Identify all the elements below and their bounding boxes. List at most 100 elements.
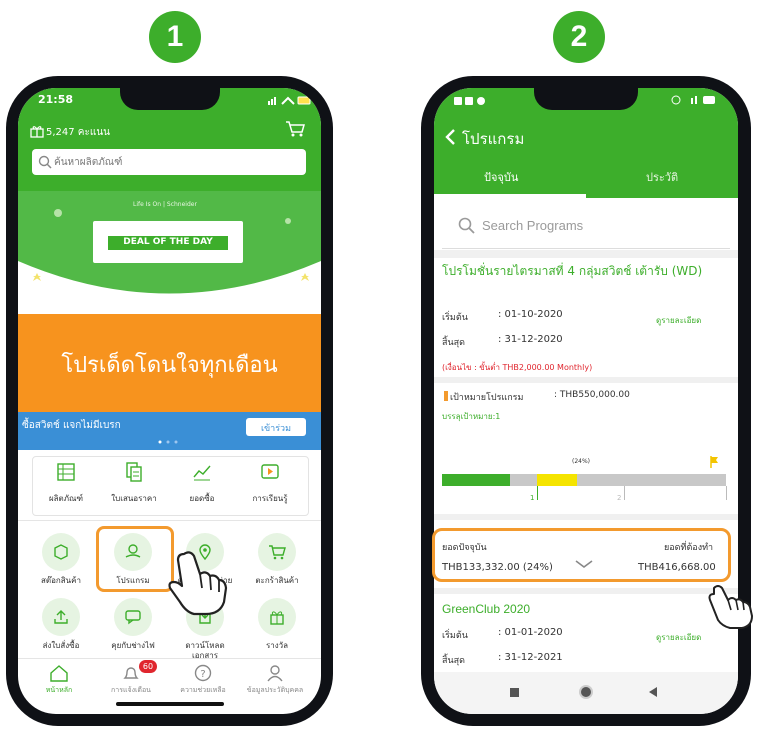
help-icon: ?	[194, 664, 212, 682]
grid-chat[interactable]: คุยกับช่างไฟ	[102, 598, 164, 651]
grid-cart-label: ตะกร้าสินค้า	[255, 576, 299, 585]
status-icons	[268, 95, 312, 105]
program1-target-label: เป้าหมายโปรแกรม	[450, 393, 524, 403]
tier-tick-end	[726, 486, 727, 500]
chat-icon	[125, 610, 141, 625]
grid-stock[interactable]: สต๊อกสินค้า	[30, 533, 92, 586]
tab-profile[interactable]: ข้อมูลประวัติบุคคล	[242, 664, 308, 696]
phone-notch	[534, 88, 638, 110]
tab-help[interactable]: ? ความช่วยเหลือ	[170, 664, 236, 696]
cart-icon[interactable]	[285, 120, 305, 138]
search-icon	[458, 217, 476, 235]
quick-product-label: ผลิตภัณฑ์	[48, 494, 84, 503]
progress-tier-segment	[537, 474, 577, 486]
monthly-promo-banner[interactable]: โปรเด็ดโดนใจทุกเดือน	[18, 314, 321, 412]
upload-order-icon	[54, 610, 68, 624]
back-chevron-icon[interactable]	[444, 128, 456, 146]
grid-rewards[interactable]: รางวัล	[246, 598, 308, 651]
tab-profile-label: ข้อมูลประวัติบุคคล	[246, 686, 304, 694]
program1-detail-link[interactable]: ดูรายละเอียด	[656, 314, 701, 327]
tab-home-label: หน้าหลัก	[45, 686, 73, 694]
bell-icon	[123, 667, 139, 679]
back-nav-icon[interactable]	[648, 686, 658, 698]
notification-badge: 60	[139, 660, 157, 673]
program2-detail-link[interactable]: ดูรายละเอียด	[656, 631, 701, 644]
program2-title[interactable]: GreenClub 2020	[442, 602, 530, 616]
grid-chat-label: คุยกับช่างไฟ	[111, 641, 155, 650]
status-time: 21:58	[38, 93, 74, 106]
search-icon	[38, 155, 52, 169]
home-screen: 21:58 5,247 คะแนน ค้นหาผลิตภัณฑ์ Life Is…	[18, 88, 321, 714]
program2-end-label: สิ้นสุด	[442, 656, 465, 666]
quotation-icon	[126, 462, 142, 482]
quick-sales[interactable]: ยอดซื้อ	[169, 462, 235, 505]
quick-product[interactable]: ผลิตภัณฑ์	[33, 462, 99, 505]
program1-target-value: : THB550,000.00	[554, 390, 630, 400]
grid-send-order[interactable]: ส่งใบสั่งซื้อ	[30, 598, 92, 651]
program1-title[interactable]: โปรโมชั่นรายไตรมาสที่ 4 กลุ่มสวิตช์ เต้า…	[442, 263, 712, 280]
search-placeholder: ค้นหาผลิตภัณฑ์	[54, 157, 123, 168]
step-one-badge: 1	[149, 11, 201, 63]
tab-current[interactable]: ปัจจุบัน	[484, 168, 518, 186]
quick-quotation-label: ใบเสนอราคา	[111, 494, 157, 503]
deal-of-the-day-banner[interactable]: Life Is On | Schneider DEAL OF THE DAY	[18, 191, 321, 314]
divider	[434, 588, 738, 594]
tab-help-label: ความช่วยเหลือ	[180, 686, 226, 694]
learning-video-icon	[261, 464, 279, 479]
cart-icon	[269, 545, 286, 560]
tabbar-divider	[18, 658, 321, 659]
program1-start-value: : 01-10-2020	[498, 309, 563, 320]
join-button[interactable]: เข้าร่วม	[246, 418, 306, 436]
grid-cart[interactable]: ตะกร้าสินค้า	[246, 533, 308, 586]
progress-percent-label: (24%)	[572, 458, 591, 465]
section-gap	[434, 250, 738, 258]
step-two-badge: 2	[553, 11, 605, 63]
svg-text:?: ?	[200, 669, 205, 680]
program1-start-label: เริ่มต้น	[442, 313, 468, 323]
program1-end-value: : 31-12-2020	[498, 334, 563, 345]
tab-history[interactable]: ประวัติ	[646, 168, 678, 186]
program1-end-label: สิ้นสุด	[442, 338, 465, 348]
grid-rewards-label: รางวัล	[265, 641, 289, 650]
grid-divider	[18, 520, 321, 521]
android-nav-bar	[434, 672, 738, 714]
points-balance[interactable]: 5,247 คะแนน	[46, 125, 110, 140]
product-search-input[interactable]: ค้นหาผลิตภัณฑ์	[32, 149, 306, 175]
stock-box-icon	[54, 544, 68, 560]
search-placeholder: Search Programs	[482, 218, 584, 233]
points-gift-icon	[30, 124, 44, 138]
progress-bar	[442, 474, 726, 486]
deal-title: DEAL OF THE DAY	[123, 237, 213, 247]
program-search-input[interactable]: Search Programs	[442, 204, 730, 249]
deal-card: DEAL OF THE DAY	[93, 221, 243, 263]
sales-chart-icon	[193, 465, 211, 481]
carousel-dots	[158, 440, 182, 444]
quick-learning-label: การเรียนรู้	[252, 494, 288, 503]
phone-notch	[120, 88, 220, 110]
home-icon	[50, 665, 68, 682]
balance-highlight-box	[432, 528, 731, 582]
switch-campaign-bar[interactable]: ซื้อสวิตช์ แจกไม่มีเบรก เข้าร่วม	[18, 412, 321, 450]
tab-notifications-label: การแจ้งเตือน	[111, 686, 151, 694]
program1-condition: (เงื่อนไข : ขั้นต่ำ THB2,000.00 Monthly)	[442, 363, 593, 372]
tab-home[interactable]: หน้าหลัก	[26, 664, 92, 696]
signal-icons	[671, 95, 721, 105]
quick-learning[interactable]: การเรียนรู้	[237, 462, 303, 505]
recent-apps-icon[interactable]	[510, 688, 519, 697]
quick-quotation[interactable]: ใบเสนอราคา	[101, 462, 167, 505]
program-screen: โปรแกรม ปัจจุบัน ประวัติ Search Programs…	[434, 88, 738, 714]
profile-icon	[267, 665, 283, 682]
tap-hand-icon	[706, 574, 758, 630]
target-flag-icon	[444, 391, 448, 401]
program2-start-label: เริ่มต้น	[442, 631, 468, 641]
home-nav-icon[interactable]	[579, 685, 593, 699]
program2-end-value: : 31-12-2021	[498, 652, 563, 663]
program-highlight-box	[96, 526, 174, 592]
tap-hand-icon	[166, 548, 230, 618]
phone-frame-home: 21:58 5,247 คะแนน ค้นหาผลิตภัณฑ์ Life Is…	[6, 76, 333, 726]
tier-marker-1: 1	[530, 494, 535, 502]
divider	[434, 514, 738, 520]
grid-send-order-label: ส่งใบสั่งซื้อ	[42, 641, 80, 650]
grid-stock-label: สต๊อกสินค้า	[41, 576, 81, 585]
goal-flag-icon	[710, 456, 720, 468]
